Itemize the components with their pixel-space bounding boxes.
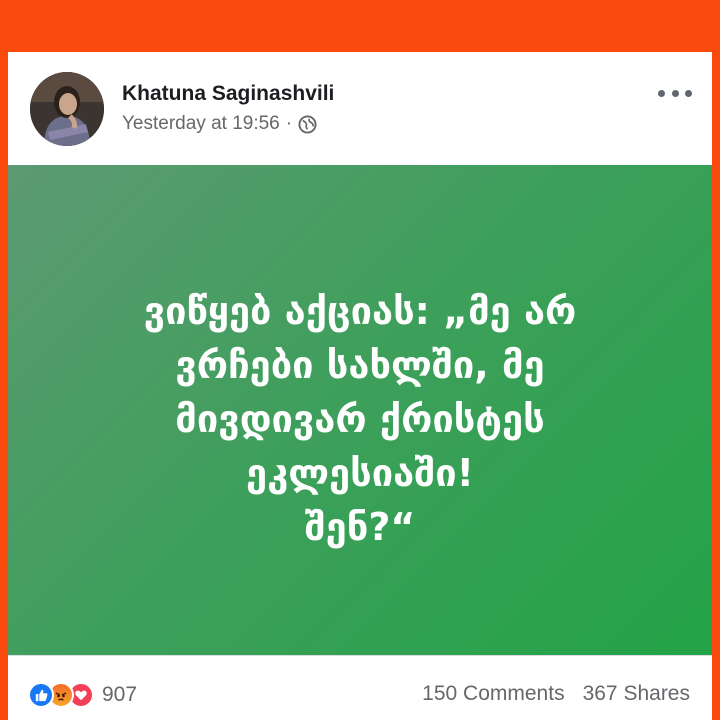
post-header: Khatuna Saginashvili Yesterday at 19:56 … — [8, 52, 712, 165]
timestamp[interactable]: Yesterday at 19:56 — [122, 113, 280, 135]
post-content: ვიწყებ აქციას: „მე არ ვრჩები სახლში, მე … — [8, 165, 712, 655]
more-options-icon[interactable] — [658, 84, 692, 102]
reaction-count: 907 — [102, 683, 138, 706]
avatar-photo — [30, 72, 104, 146]
avatar[interactable] — [30, 72, 104, 146]
comments-link[interactable]: 150 Comments — [422, 682, 564, 705]
post-text: ვიწყებ აქციას: „მე არ ვრჩები სახლში, მე … — [143, 289, 577, 549]
like-icon — [28, 682, 54, 708]
meta-separator: · — [285, 113, 293, 134]
globe-icon[interactable] — [298, 114, 317, 134]
post-footer: 907 150 Comments 367 Shares — [8, 655, 712, 720]
author-name[interactable]: Khatuna Saginashvili — [122, 82, 334, 106]
post-card: Khatuna Saginashvili Yesterday at 19:56 … — [8, 52, 712, 720]
shares-link[interactable]: 367 Shares — [583, 682, 690, 705]
post-meta: Yesterday at 19:56 · — [122, 113, 317, 135]
engagement-stats: 150 Comments 367 Shares — [422, 682, 690, 706]
reactions-summary[interactable]: 907 — [28, 682, 137, 708]
